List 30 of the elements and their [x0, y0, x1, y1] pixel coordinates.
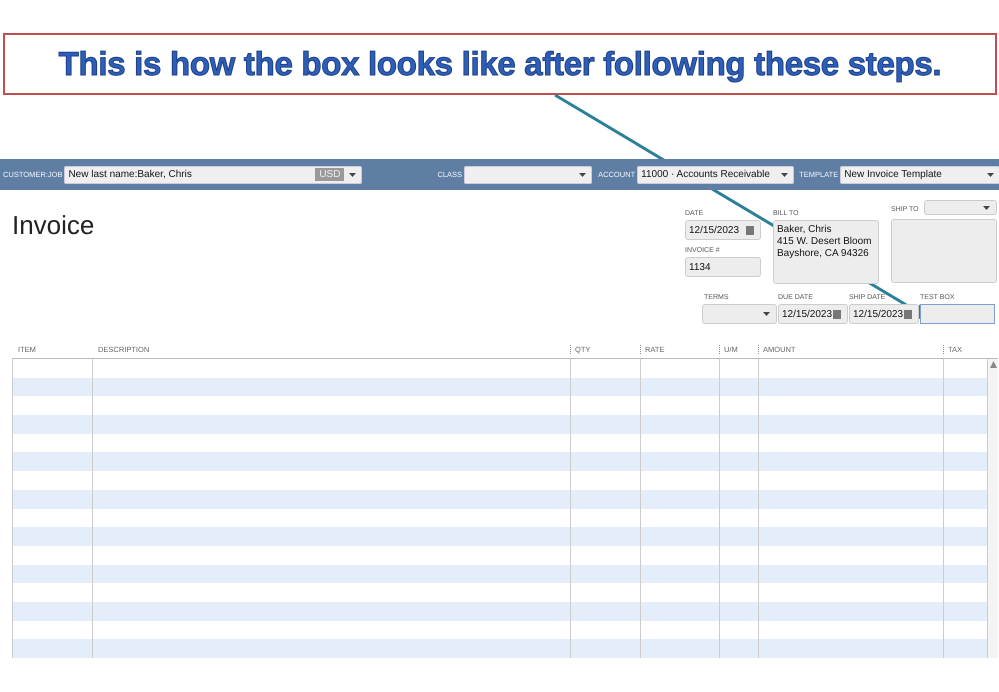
- calendar-icon: [746, 226, 754, 234]
- calendar-icon: [904, 310, 912, 318]
- currency-badge: USD: [315, 168, 344, 181]
- caret-icon: [349, 172, 356, 176]
- terms-dropdown[interactable]: [702, 304, 777, 324]
- caret-icon: [781, 172, 788, 176]
- dropdown-field[interactable]: New last name:Baker, Chris USD: [64, 166, 362, 184]
- ship-to-field[interactable]: [891, 219, 997, 283]
- callout-text: This is how the box looks like after following these steps.: [58, 45, 942, 83]
- invoice-title: Invoice: [12, 210, 94, 242]
- address-line: Bayshore, CA 94326: [777, 248, 870, 260]
- bill-to-field[interactable]: Baker, Chris 415 W. Desert Bloom Bayshore, CA 94326: [773, 220, 879, 284]
- caret-icon: [579, 172, 586, 176]
- calendar-icon: [833, 310, 841, 318]
- invoice-number-field[interactable]: 1134: [685, 257, 761, 277]
- date-field[interactable]: 12/15/2023: [778, 304, 848, 324]
- dropdown-field[interactable]: 11000 · Accounts Receivable: [637, 166, 794, 184]
- test-box-field[interactable]: [920, 304, 995, 324]
- address-line: 415 W. Desert Bloom: [777, 236, 872, 248]
- address-line: Baker, Chris: [777, 224, 832, 236]
- scrollbar[interactable]: [988, 359, 998, 658]
- ship-to-dropdown[interactable]: [924, 200, 997, 215]
- caret-icon: [987, 172, 994, 176]
- date-field[interactable]: 12/15/2023: [685, 220, 761, 240]
- dropdown-field[interactable]: [464, 166, 592, 184]
- dropdown-field[interactable]: New Invoice Template: [840, 166, 999, 184]
- caret-icon: [983, 206, 990, 210]
- caret-icon: [763, 312, 770, 316]
- date-field[interactable]: 12/15/2023: [849, 304, 919, 324]
- scroll-up-icon: [990, 361, 996, 368]
